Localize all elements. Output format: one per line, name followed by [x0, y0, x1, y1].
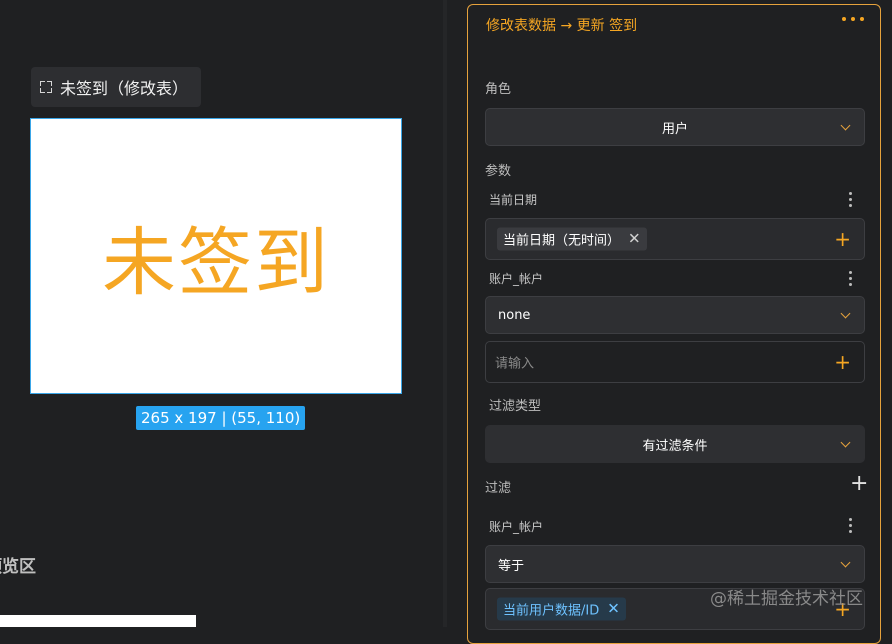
size-position-badge: 265 x 197 | (55, 110): [136, 406, 306, 430]
role-select[interactable]: 用户: [485, 108, 865, 146]
more-options-icon[interactable]: [842, 17, 864, 21]
param-account-select-value: none: [498, 307, 531, 323]
preview-area: [0, 615, 196, 627]
current-user-id-tag-text: 当前用户数据/ID: [503, 603, 600, 619]
preview-area-label: 预览区: [0, 557, 36, 577]
param-account-input[interactable]: 请输入 +: [485, 341, 865, 383]
param-current-date-field[interactable]: 当前日期（无时间） ✕ +: [485, 218, 865, 260]
remove-tag-icon[interactable]: ✕: [628, 231, 641, 247]
filter-type-label: 过滤类型: [489, 399, 542, 414]
focus-icon: [40, 81, 52, 93]
component-label-text: 未签到（修改表）: [60, 79, 189, 98]
role-select-value: 用户: [661, 121, 688, 137]
add-filter-icon[interactable]: +: [850, 473, 868, 495]
design-canvas[interactable]: 未签到（修改表） 未签到 265 x 197 | (55, 110) 预览区: [0, 0, 446, 627]
add-icon[interactable]: +: [834, 352, 851, 372]
params-label: 参数: [485, 164, 512, 179]
current-date-tag: 当前日期（无时间） ✕: [497, 227, 647, 251]
input-placeholder: 请输入: [495, 356, 535, 372]
panel-divider[interactable]: [443, 0, 447, 627]
param-current-date-menu-icon[interactable]: [849, 192, 852, 207]
panel-title: 修改表数据 → 更新 签到: [486, 18, 638, 34]
chevron-down-icon: [840, 308, 851, 319]
watermark: @稀土掘金技术社区: [710, 589, 863, 609]
filter-account-label: 账户_帐户: [489, 520, 544, 534]
param-account-menu-icon[interactable]: [849, 271, 852, 286]
param-account-select[interactable]: none: [485, 296, 865, 334]
chevron-down-icon: [840, 120, 851, 131]
filter-operator-select[interactable]: 等于: [485, 545, 865, 583]
role-label: 角色: [485, 82, 512, 97]
component-label[interactable]: 未签到（修改表）: [31, 67, 201, 107]
add-icon[interactable]: +: [834, 229, 851, 249]
remove-tag-icon[interactable]: ✕: [607, 601, 620, 617]
component-text: 未签到: [102, 219, 330, 306]
action-config-panel: 修改表数据 → 更新 签到 角色 用户 参数 当前日期 当前日期（无时间） ✕ …: [467, 4, 881, 644]
filter-label: 过滤: [485, 481, 512, 496]
current-user-id-tag: 当前用户数据/ID ✕: [497, 597, 626, 621]
filter-type-select-value: 有过滤条件: [642, 438, 708, 454]
current-date-tag-text: 当前日期（无时间）: [503, 233, 621, 249]
chevron-down-icon: [840, 557, 851, 568]
chevron-down-icon: [840, 437, 851, 448]
filter-account-menu-icon[interactable]: [849, 518, 852, 533]
selected-component[interactable]: 未签到: [30, 118, 402, 394]
param-current-date-label: 当前日期: [489, 193, 538, 207]
filter-operator-value: 等于: [498, 558, 525, 574]
filter-type-select[interactable]: 有过滤条件: [485, 425, 865, 463]
param-account-label: 账户_帐户: [489, 272, 544, 286]
